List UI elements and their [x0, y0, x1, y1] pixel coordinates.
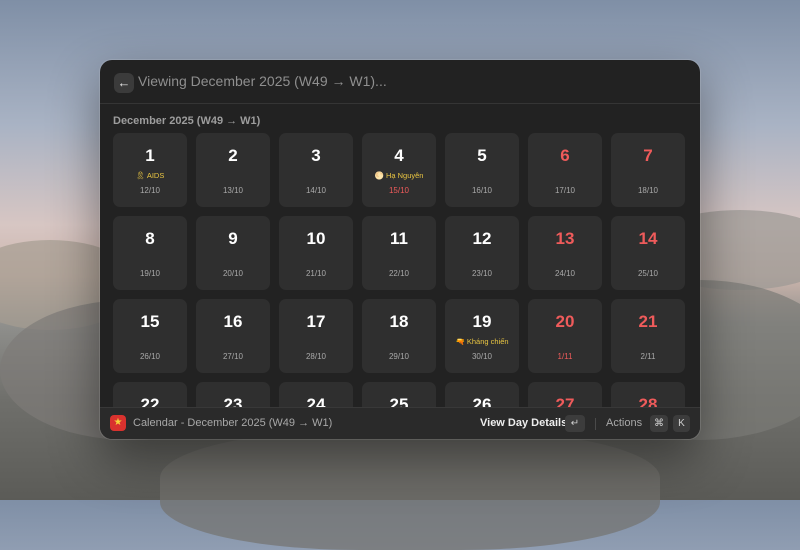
search-input[interactable]: Viewing December 2025 (W49 → W1)...: [138, 73, 387, 89]
day-number: 1: [145, 146, 155, 165]
enter-key-hint: ↵: [565, 415, 585, 432]
wallpaper-rock: [160, 430, 660, 550]
day-cell[interactable]: 23: [196, 382, 270, 407]
day-number: 9: [228, 229, 238, 248]
day-cell[interactable]: 7 18/10: [611, 133, 685, 207]
lunar-date: 12/10: [139, 186, 161, 195]
lunar-date: 29/10: [388, 352, 410, 361]
lunar-date: 27/10: [222, 352, 244, 361]
action-bar: ★ Calendar - December 2025 (W49 → W1) Vi…: [100, 407, 700, 439]
day-number: 11: [390, 229, 408, 248]
section-title: December 2025 (W49 → W1): [113, 115, 261, 127]
day-cell[interactable]: 21 2/11: [611, 299, 685, 373]
day-number: 18: [389, 312, 409, 331]
lunar-date: 25/10: [637, 269, 659, 278]
day-cell[interactable]: 28: [611, 382, 685, 407]
arrow-left-icon[interactable]: ←: [114, 73, 134, 93]
actions-button[interactable]: Actions: [606, 417, 642, 429]
search-bar: ← Viewing December 2025 (W49 → W1)...: [100, 60, 700, 104]
day-number: 7: [643, 146, 653, 165]
day-cell[interactable]: 22: [113, 382, 187, 407]
day-cell[interactable]: 16 27/10: [196, 299, 270, 373]
lunar-date: 15/10: [388, 186, 410, 195]
day-number: 22: [140, 395, 160, 407]
day-cell[interactable]: 5 16/10: [445, 133, 519, 207]
day-number: 28: [638, 395, 658, 407]
lunar-date: 2/11: [640, 352, 656, 361]
footer-title: Calendar - December 2025 (W49 → W1): [133, 417, 333, 429]
lunar-date: 18/10: [637, 186, 659, 195]
day-cell[interactable]: 19 🔫 Kháng chiến 30/10: [445, 299, 519, 373]
vietnam-flag-star-icon: ★: [110, 415, 126, 431]
day-cell[interactable]: 10 21/10: [279, 216, 353, 290]
day-number: 10: [306, 229, 326, 248]
day-number: 14: [638, 229, 658, 248]
cmd-key-hint: ⌘: [650, 415, 668, 432]
lunar-date: 16/10: [471, 186, 493, 195]
lunar-date: 22/10: [388, 269, 410, 278]
footer-divider: [595, 418, 596, 430]
day-cell[interactable]: 4 🌕 Hạ Nguyên 15/10: [362, 133, 436, 207]
lunar-date: 24/10: [554, 269, 576, 278]
day-cell[interactable]: 8 19/10: [113, 216, 187, 290]
day-cell[interactable]: 3 14/10: [279, 133, 353, 207]
lunar-date: 13/10: [222, 186, 244, 195]
day-number: 24: [306, 395, 326, 407]
day-cell[interactable]: 11 22/10: [362, 216, 436, 290]
day-number: 15: [140, 312, 160, 331]
day-cell[interactable]: 27: [528, 382, 602, 407]
day-number: 6: [560, 146, 570, 165]
day-number: 21: [638, 312, 658, 331]
day-cell[interactable]: 26: [445, 382, 519, 407]
day-cell[interactable]: 9 20/10: [196, 216, 270, 290]
day-number: 27: [555, 395, 575, 407]
lunar-date: 1/11: [557, 352, 573, 361]
day-cell[interactable]: 13 24/10: [528, 216, 602, 290]
day-number: 8: [145, 229, 155, 248]
lunar-date: 14/10: [305, 186, 327, 195]
day-cell[interactable]: 18 29/10: [362, 299, 436, 373]
day-cell[interactable]: 2 13/10: [196, 133, 270, 207]
day-cell[interactable]: 6 17/10: [528, 133, 602, 207]
day-number: 3: [311, 146, 321, 165]
day-event: 🌕 Hạ Nguyên: [374, 171, 424, 180]
lunar-date: 23/10: [471, 269, 493, 278]
day-number: 20: [555, 312, 575, 331]
lunar-date: 30/10: [471, 352, 493, 361]
day-number: 19: [472, 312, 492, 331]
day-cell[interactable]: 25: [362, 382, 436, 407]
day-cell[interactable]: 15 26/10: [113, 299, 187, 373]
lunar-date: 21/10: [305, 269, 327, 278]
day-number: 16: [223, 312, 243, 331]
day-number: 17: [306, 312, 326, 331]
k-key-hint: K: [673, 415, 690, 432]
day-number: 25: [389, 395, 409, 407]
calendar-window: ← Viewing December 2025 (W49 → W1)... De…: [100, 60, 700, 439]
day-number: 5: [477, 146, 487, 165]
day-cell[interactable]: 24: [279, 382, 353, 407]
view-day-details-button[interactable]: View Day Details: [480, 417, 567, 429]
day-cell[interactable]: 1 🎗 AIDS 12/10: [113, 133, 187, 207]
lunar-date: 17/10: [554, 186, 576, 195]
day-event: 🎗 AIDS: [135, 171, 165, 180]
lunar-date: 20/10: [222, 269, 244, 278]
day-cell[interactable]: 20 1/11: [528, 299, 602, 373]
day-cell[interactable]: 12 23/10: [445, 216, 519, 290]
calendar-grid: 1 🎗 AIDS 12/10 2 13/10 3 14/10 4 🌕 Hạ Nguyên 15/1…: [113, 133, 689, 407]
lunar-date: 26/10: [139, 352, 161, 361]
lunar-date: 19/10: [139, 269, 161, 278]
day-event: 🔫 Kháng chiến: [455, 337, 509, 346]
day-number: 4: [394, 146, 404, 165]
day-number: 26: [472, 395, 492, 407]
lunar-date: 28/10: [305, 352, 327, 361]
day-number: 12: [472, 229, 492, 248]
day-number: 2: [228, 146, 238, 165]
day-number: 13: [555, 229, 575, 248]
day-cell[interactable]: 17 28/10: [279, 299, 353, 373]
day-cell[interactable]: 14 25/10: [611, 216, 685, 290]
day-number: 23: [223, 395, 243, 407]
